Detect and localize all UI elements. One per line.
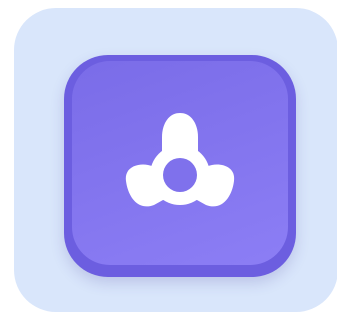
spinner-shape xyxy=(125,113,235,207)
fidget-spinner-icon xyxy=(125,113,235,207)
spinner-center-hole xyxy=(163,158,197,192)
icon-canvas xyxy=(0,0,337,315)
app-icon-button xyxy=(64,55,296,277)
